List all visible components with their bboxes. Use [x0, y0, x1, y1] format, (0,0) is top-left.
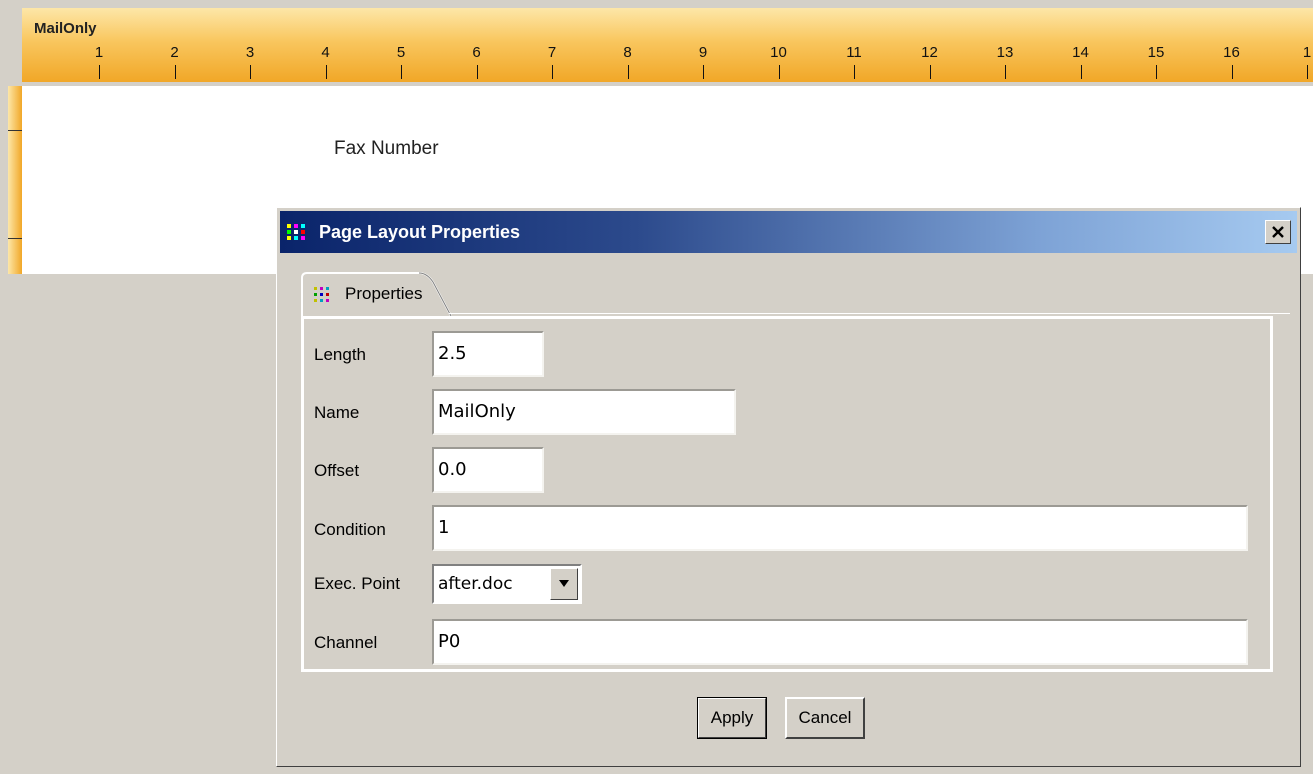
ruler-number: 8 — [623, 44, 632, 61]
ruler-tick — [325, 65, 327, 79]
dialog-title: Page Layout Properties — [319, 222, 521, 242]
properties-panel: Length 2.5 Name MailOnly Offset 0.0 Cond… — [301, 316, 1273, 672]
vertical-ruler-tick — [8, 238, 22, 239]
ruler-number: 1 — [94, 44, 104, 61]
ruler-tick — [1080, 65, 1082, 79]
ruler-number: 6 — [472, 44, 481, 61]
ruler-tick — [174, 65, 176, 79]
top-strip — [0, 0, 1313, 8]
exec-point-label: Exec. Point — [314, 574, 400, 593]
ruler-number: 13 — [996, 44, 1014, 61]
ruler-marks: 1 2 3 4 5 6 7 8 9 10 11 12 13 14 15 16 1 — [22, 8, 1313, 82]
ruler-tick — [250, 65, 251, 79]
ruler-tick — [929, 65, 931, 79]
tab-properties[interactable]: Properties — [301, 272, 452, 317]
length-label: Length — [314, 345, 366, 364]
fax-number-label[interactable]: Fax Number — [334, 138, 439, 160]
dot-grid-icon — [287, 224, 305, 240]
ruler-tick — [854, 65, 855, 79]
vertical-ruler-tick — [8, 130, 22, 131]
channel-label: Channel — [314, 633, 378, 652]
tab-strip-line — [449, 313, 1290, 314]
exec-point-dropdown-button[interactable] — [550, 568, 578, 600]
ruler-tick — [1005, 65, 1006, 79]
ruler-tick — [778, 65, 780, 79]
ruler-number: 5 — [396, 44, 406, 61]
ruler-number: 7 — [547, 44, 557, 61]
ruler-tick — [1156, 65, 1157, 79]
horizontal-ruler[interactable]: MailOnly 1 2 3 4 5 6 7 8 9 10 11 12 13 14 15 16 1 — [22, 8, 1313, 82]
ruler-number: 4 — [321, 44, 330, 61]
ruler-tick — [99, 65, 100, 79]
ruler-number: 9 — [698, 44, 708, 61]
exec-point-value: after.doc — [438, 574, 513, 594]
dot-grid-icon — [314, 287, 329, 302]
dialog-titlebar[interactable]: Page Layout Properties — [280, 211, 1297, 253]
ruler-number: 2 — [170, 44, 179, 61]
name-label: Name — [314, 403, 360, 422]
offset-field[interactable]: 0.0 — [432, 447, 544, 493]
ruler-tick — [1307, 65, 1308, 79]
ruler-tick — [627, 65, 629, 79]
ruler-tick — [476, 65, 478, 79]
ruler-tick — [1231, 65, 1233, 79]
vertical-ruler — [8, 86, 22, 274]
ruler-number: 16 — [1223, 44, 1240, 61]
condition-field[interactable]: 1 — [432, 505, 1248, 551]
ruler-number: 15 — [1147, 44, 1165, 61]
channel-field[interactable]: P0 — [432, 619, 1248, 665]
ruler-number: 11 — [846, 44, 862, 61]
exec-point-select[interactable]: after.doc — [432, 564, 582, 604]
ruler-number: 3 — [245, 44, 255, 61]
tab-properties-label: Properties — [345, 284, 423, 303]
ruler-number: 1 — [1302, 44, 1312, 61]
ruler-tick — [552, 65, 553, 79]
ruler-number: 10 — [770, 44, 787, 61]
dropdown-arrow-icon — [559, 580, 569, 587]
close-button[interactable] — [1265, 220, 1291, 244]
ruler-corner — [0, 8, 22, 82]
condition-label: Condition — [314, 520, 386, 539]
close-icon — [1272, 226, 1284, 238]
name-field[interactable]: MailOnly — [432, 389, 736, 435]
page-layout-properties-dialog: Page Layout Properties Properties Length… — [276, 207, 1301, 767]
ruler-tick — [703, 65, 704, 79]
apply-button[interactable]: Apply — [697, 697, 767, 739]
offset-label: Offset — [314, 461, 360, 480]
cancel-button[interactable]: Cancel — [785, 697, 865, 739]
ruler-number: 14 — [1072, 44, 1089, 61]
ruler-number: 12 — [921, 44, 938, 61]
length-field[interactable]: 2.5 — [432, 331, 544, 377]
ruler-tick — [401, 65, 402, 79]
